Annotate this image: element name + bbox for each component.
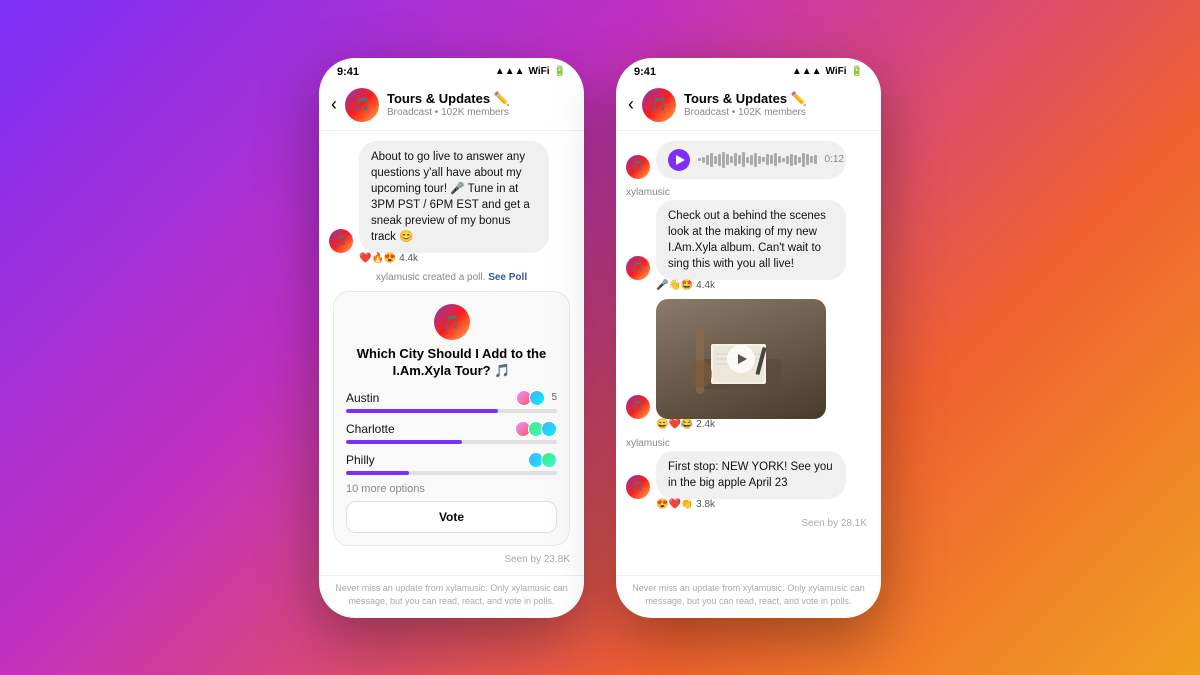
message-bubble-2: Check out a behind the scenes look at th…: [656, 200, 846, 280]
msg-row-2: 🎵 Check out a behind the scenes look at …: [626, 200, 871, 280]
sender-avatar-3: 🎵: [626, 475, 650, 499]
signal-icon-2: ▲▲▲: [792, 66, 822, 77]
battery-icon: 🔋: [554, 66, 566, 77]
poll-bar-fill-philly: [346, 471, 409, 475]
video-play-overlay[interactable]: [727, 345, 755, 373]
status-bar-2: 9:41 ▲▲▲ WiFi 🔋: [616, 58, 881, 82]
poll-option-austin[interactable]: Austin 5: [346, 390, 557, 413]
sender-avatar-2: 🎵: [626, 256, 650, 280]
reactions-video[interactable]: 😄❤️😂 2.4k: [656, 419, 871, 430]
poll-option-charlotte[interactable]: Charlotte: [346, 421, 557, 444]
seen-label-2: Seen by 28.1K: [626, 518, 871, 529]
message-bubble-3: First stop: NEW YORK! See you in the big…: [656, 451, 846, 499]
header-info-1: Tours & Updates ✏️ Broadcast • 102K memb…: [387, 91, 572, 118]
status-icons-2: ▲▲▲ WiFi 🔋: [792, 66, 863, 77]
phone-1: 9:41 ▲▲▲ WiFi 🔋 ‹ 🎵 Tours & Updates ✏️ B…: [319, 58, 584, 618]
sender-avatar-1: 🎵: [329, 229, 353, 253]
see-poll-link[interactable]: See Poll: [488, 272, 527, 283]
audio-duration: 0:12: [825, 154, 844, 165]
poll-option-philly[interactable]: Philly: [346, 452, 557, 475]
status-time-1: 9:41: [337, 66, 359, 78]
msg-row-1: 🎵 About to go live to answer any questio…: [329, 141, 574, 254]
video-thumbnail[interactable]: [656, 299, 826, 419]
poll-option-row-charlotte: Charlotte: [346, 421, 557, 437]
voter-av-p2: [541, 452, 557, 468]
reactions-1[interactable]: ❤️🔥😍 4.4k: [359, 253, 574, 264]
poll-more-options: 10 more options: [346, 483, 557, 495]
audio-message: 🎵 0:12: [626, 141, 871, 179]
video-row: 🎵: [626, 299, 871, 419]
chat-area-1: 🎵 About to go live to answer any questio…: [319, 131, 584, 576]
poll-option-votes-charlotte: [515, 421, 557, 437]
msg-sender-3: xylamusic: [626, 438, 871, 449]
footer-note-2: Never miss an update from xylamusic. Onl…: [616, 575, 881, 617]
voter-avatars-austin: [516, 390, 545, 406]
message-3: xylamusic 🎵 First stop: NEW YORK! See yo…: [626, 438, 871, 510]
reactions-2[interactable]: 🎤👋🤩 4.4k: [656, 280, 871, 291]
msg-sender-2: xylamusic: [626, 187, 871, 198]
chat-area-2: 🎵 0:12 xylamusic 🎵 Check out a behind th…: [616, 131, 881, 576]
poll-bar-bg-charlotte: [346, 440, 557, 444]
vote-button[interactable]: Vote: [346, 501, 557, 533]
back-button-2[interactable]: ‹: [628, 94, 634, 115]
video-play-icon: [738, 354, 747, 364]
video-sender-avatar: 🎵: [626, 395, 650, 419]
poll-system-msg: xylamusic created a poll. See Poll: [329, 272, 574, 283]
voter-av-c3: [541, 421, 557, 437]
voter-num-austin: 5: [551, 392, 557, 403]
msg-row-3: 🎵 First stop: NEW YORK! See you in the b…: [626, 451, 871, 499]
header-info-2: Tours & Updates ✏️ Broadcast • 102K memb…: [684, 91, 869, 118]
waveform: [698, 152, 817, 168]
status-icons-1: ▲▲▲ WiFi 🔋: [495, 66, 566, 77]
play-button[interactable]: [668, 149, 690, 171]
status-bar-1: 9:41 ▲▲▲ WiFi 🔋: [319, 58, 584, 82]
signal-icon: ▲▲▲: [495, 66, 525, 77]
poll-avatar: 🎵: [434, 304, 470, 340]
message-bubble-1: About to go live to answer any questions…: [359, 141, 549, 254]
poll-bar-bg-philly: [346, 471, 557, 475]
poll-title: Which City Should I Add to the I.Am.Xyla…: [346, 346, 557, 380]
channel-avatar-2: 🎵: [642, 88, 676, 122]
channel-avatar-1: 🎵: [345, 88, 379, 122]
video-message: 🎵: [626, 299, 871, 430]
play-triangle-icon: [676, 155, 685, 165]
poll-bar-bg-austin: [346, 409, 557, 413]
back-button-1[interactable]: ‹: [331, 94, 337, 115]
seen-label-1: Seen by 23.8K: [329, 554, 574, 565]
poll-option-votes-austin: 5: [516, 390, 557, 406]
poll-header: 🎵 Which City Should I Add to the I.Am.Xy…: [346, 304, 557, 380]
poll-option-label-charlotte: Charlotte: [346, 422, 395, 436]
footer-note-1: Never miss an update from xylamusic. Onl…: [319, 575, 584, 617]
battery-icon-2: 🔋: [851, 66, 863, 77]
poll-option-row-austin: Austin 5: [346, 390, 557, 406]
poll-option-label-austin: Austin: [346, 391, 379, 405]
channel-sub-1: Broadcast • 102K members: [387, 107, 572, 118]
voter-avatars-philly: [528, 452, 557, 468]
chat-header-1: ‹ 🎵 Tours & Updates ✏️ Broadcast • 102K …: [319, 82, 584, 131]
phone-2: 9:41 ▲▲▲ WiFi 🔋 ‹ 🎵 Tours & Updates ✏️ B…: [616, 58, 881, 618]
audio-sender-avatar: 🎵: [626, 155, 650, 179]
poll-option-label-philly: Philly: [346, 453, 375, 467]
poll-bar-fill-austin: [346, 409, 498, 413]
channel-sub-2: Broadcast • 102K members: [684, 107, 869, 118]
channel-title-2: Tours & Updates ✏️: [684, 91, 869, 107]
message-2: xylamusic 🎵 Check out a behind the scene…: [626, 187, 871, 291]
reactions-3[interactable]: 😍❤️👏 3.8k: [656, 499, 871, 510]
poll-bar-fill-charlotte: [346, 440, 462, 444]
wifi-icon-2: WiFi: [826, 66, 847, 77]
poll-card: 🎵 Which City Should I Add to the I.Am.Xy…: [333, 291, 570, 546]
wifi-icon: WiFi: [529, 66, 550, 77]
poll-option-votes-philly: [528, 452, 557, 468]
voter-avatars-charlotte: [515, 421, 557, 437]
channel-title-1: Tours & Updates ✏️: [387, 91, 572, 107]
message-1: 🎵 About to go live to answer any questio…: [329, 141, 574, 265]
poll-option-row-philly: Philly: [346, 452, 557, 468]
audio-row: 🎵 0:12: [626, 141, 871, 179]
voter-av-2: [529, 390, 545, 406]
status-time-2: 9:41: [634, 66, 656, 78]
chat-header-2: ‹ 🎵 Tours & Updates ✏️ Broadcast • 102K …: [616, 82, 881, 131]
audio-bubble[interactable]: 0:12: [656, 141, 846, 179]
